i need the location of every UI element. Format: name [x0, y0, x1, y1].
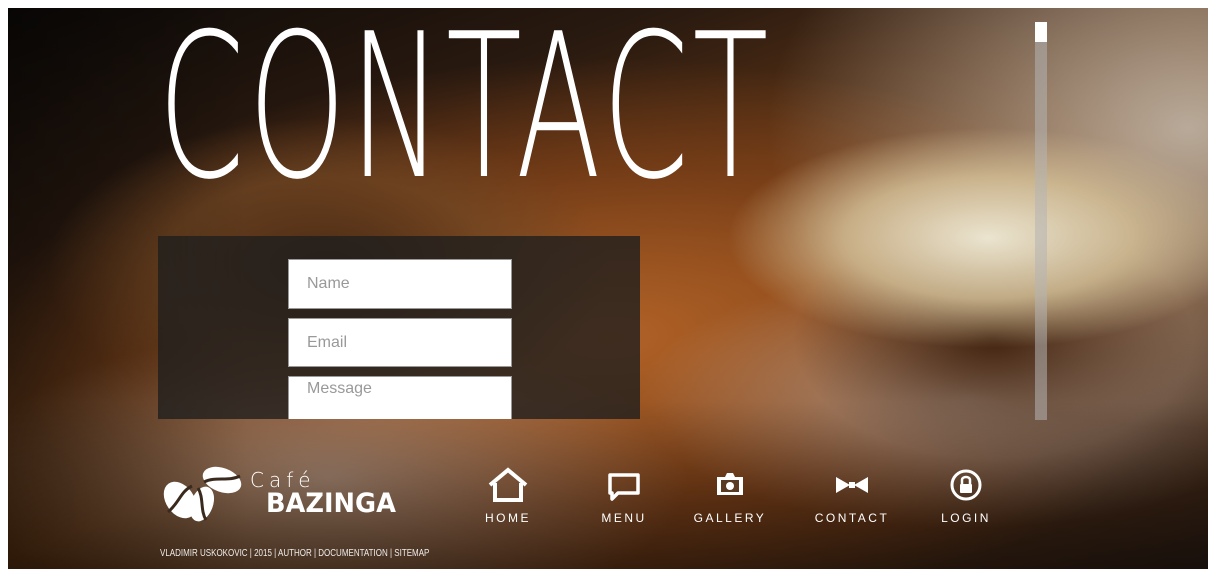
name-input[interactable] [288, 259, 512, 309]
contact-form [158, 236, 640, 419]
logo-name-text: BAZINGA [266, 488, 396, 519]
page-title: CONTACT [158, 0, 773, 224]
home-icon [488, 467, 528, 502]
bowtie-icon [836, 477, 868, 493]
nav-home[interactable]: HOME [453, 467, 563, 531]
footer-text: VLADIMIR USKOKOVIC | 2015 | AUTHOR | DOC… [160, 548, 430, 559]
cafe-bazinga-logo[interactable]: Café BAZINGA [158, 462, 418, 522]
coffee-beans-icon [163, 466, 242, 522]
nav-gallery-label: GALLERY [693, 511, 767, 525]
nav-menu[interactable]: MENU [569, 467, 679, 531]
scrollbar[interactable] [1035, 22, 1047, 420]
nav-gallery[interactable]: GALLERY [675, 467, 785, 531]
nav-home-label: HOME [485, 511, 531, 525]
nav-login[interactable]: LOGIN [911, 467, 1021, 531]
chat-bubble-icon [608, 473, 640, 501]
nav-contact[interactable]: CONTACT [797, 467, 907, 531]
nav-menu-label: MENU [601, 511, 647, 525]
lock-icon [950, 469, 982, 501]
nav-contact-label: CONTACT [814, 511, 890, 525]
camera-icon [717, 473, 743, 495]
message-textarea[interactable] [288, 376, 512, 419]
scrollbar-thumb[interactable] [1035, 22, 1047, 42]
email-input[interactable] [288, 318, 512, 367]
nav-login-label: LOGIN [941, 511, 991, 525]
